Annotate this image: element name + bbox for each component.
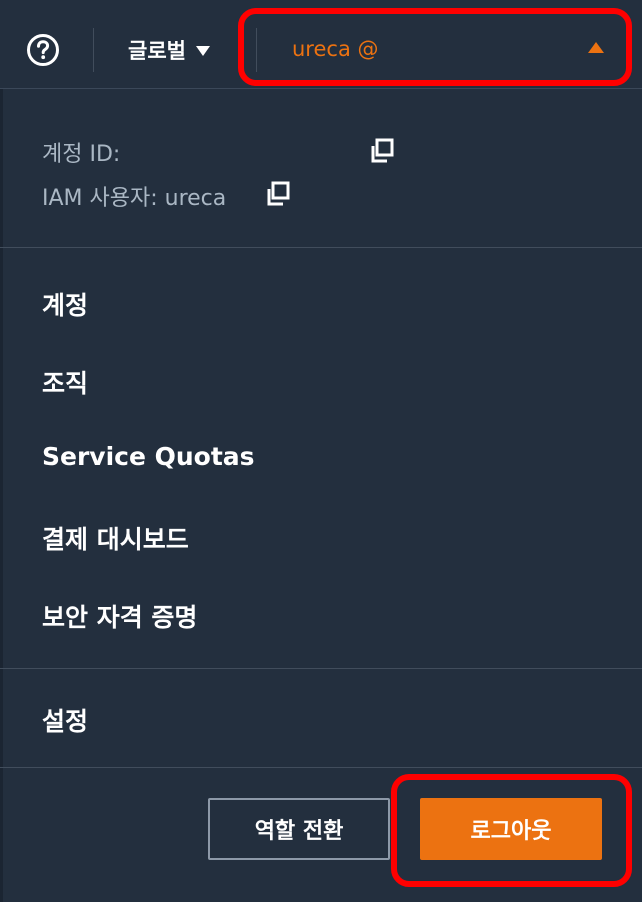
caret-up-icon [588, 42, 604, 53]
iam-user-label: IAM 사용자: ureca [42, 186, 227, 211]
region-selector-button[interactable]: 글로벌 [128, 32, 210, 68]
account-menu-button[interactable]: ureca @ [268, 22, 618, 76]
section-divider [0, 767, 642, 768]
region-label: 글로벌 [128, 39, 186, 63]
menu-item-organization[interactable]: 조직 [42, 364, 88, 400]
panel-edge [0, 89, 3, 902]
copy-icon[interactable] [264, 180, 292, 208]
section-divider [0, 668, 642, 669]
caret-down-icon [195, 46, 210, 56]
menu-item-settings[interactable]: 설정 [42, 702, 88, 738]
topbar-divider [256, 28, 257, 72]
switch-role-button[interactable]: 역할 전환 [208, 798, 390, 860]
menu-item-security-credentials[interactable]: 보안 자격 증명 [42, 598, 197, 634]
topbar-divider [93, 28, 94, 72]
menu-item-account[interactable]: 계정 [42, 286, 88, 322]
aws-account-menu-screen: 글로벌 ureca @ 계정 ID: IAM 사용자: ureca 계정 조직 … [0, 0, 642, 902]
menu-item-service-quotas[interactable]: Service Quotas [42, 442, 255, 471]
section-divider [0, 247, 642, 248]
top-navigation-bar: 글로벌 ureca @ [0, 0, 642, 89]
logout-button[interactable]: 로그아웃 [420, 798, 602, 860]
help-button[interactable] [26, 33, 60, 67]
account-id-label: 계정 ID: [42, 142, 121, 167]
help-circle-icon [27, 34, 59, 66]
account-name: ureca @ [292, 37, 379, 61]
menu-item-billing-dashboard[interactable]: 결제 대시보드 [42, 520, 189, 556]
copy-icon[interactable] [368, 137, 396, 165]
account-id-row: 계정 ID: [42, 136, 120, 168]
iam-user-row: IAM 사용자: ureca [42, 180, 226, 212]
